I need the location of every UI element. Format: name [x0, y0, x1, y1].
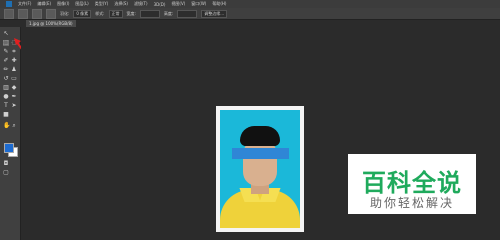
add-selection-icon[interactable] — [32, 8, 42, 19]
menu-item-filter[interactable]: 滤镜(T) — [134, 1, 148, 7]
menu-item-edit[interactable]: 编辑(E) — [37, 1, 51, 7]
menu-item-select[interactable]: 选择(S) — [114, 1, 128, 7]
photo-background — [220, 110, 300, 228]
brush-tool-icon[interactable]: ✏ — [3, 67, 9, 73]
dodge-tool-icon[interactable]: ● — [3, 94, 9, 100]
document-tab-bar: 1.jpg @ 100%(RGB/8) — [0, 20, 500, 27]
feather-input[interactable]: 0 像素 — [73, 9, 92, 18]
photoshop-logo-icon — [6, 1, 12, 7]
move-tool-icon[interactable]: ↖ — [3, 31, 9, 37]
photo-hair — [240, 126, 280, 146]
menu-item-layer[interactable]: 图层(L) — [75, 1, 88, 7]
menu-item-window[interactable]: 窗口(W) — [191, 1, 206, 7]
menu-item-help[interactable]: 帮助(H) — [212, 1, 226, 7]
shape-tool-icon[interactable]: ■ — [3, 112, 9, 118]
photo-face — [243, 140, 277, 186]
width-label: 宽度: — [126, 10, 136, 16]
menu-item-3d[interactable]: 3D(D) — [154, 2, 166, 7]
height-label: 高度: — [163, 10, 174, 16]
options-bar: 羽化: 0 像素 样式: 正常 宽度: 高度: 调整边缘... — [0, 8, 500, 20]
rect-marquee-tool-icon[interactable]: ⬚ — [3, 40, 9, 46]
refine-edge-button[interactable]: 调整边缘... — [201, 9, 228, 18]
document-tab[interactable]: 1.jpg @ 100%(RGB/8) — [26, 20, 76, 27]
text-tool-icon[interactable]: T — [3, 103, 9, 109]
eyedropper-tool-icon[interactable]: ✐ — [3, 58, 9, 64]
quick-select-tool-icon[interactable]: ✎ — [3, 49, 9, 55]
path-select-tool-icon[interactable]: ➤ — [11, 103, 17, 109]
blur-tool-icon[interactable]: ◆ — [11, 85, 17, 91]
history-brush-tool-icon[interactable]: ↺ — [3, 76, 9, 82]
menu-item-file[interactable]: 文件(F) — [18, 1, 31, 7]
watermark-title: 百科全说 — [362, 169, 462, 197]
photo-shirt — [220, 190, 300, 228]
subtract-selection-icon[interactable] — [46, 8, 56, 19]
new-selection-icon[interactable] — [18, 8, 28, 19]
foreground-color-swatch[interactable] — [4, 143, 14, 153]
quick-mask-icon[interactable]: ◘ — [3, 161, 9, 167]
menu-item-image[interactable]: 图像(I) — [57, 1, 69, 7]
pen-tool-icon[interactable]: ✒ — [11, 94, 17, 100]
style-select[interactable]: 正常 — [108, 9, 123, 18]
width-input[interactable] — [139, 9, 160, 18]
marquee-tool-preset-icon[interactable] — [4, 8, 14, 19]
hand-tool-icon[interactable]: ✋ — [3, 123, 10, 129]
menu-bar: 文件(F) 编辑(E) 图像(I) 图层(L) 类型(Y) 选择(S) 滤镜(T… — [0, 0, 500, 8]
eraser-tool-icon[interactable]: ▭ — [11, 76, 17, 82]
zoom-tool-icon[interactable]: ⌕ — [11, 123, 17, 129]
eye-privacy-bar — [232, 148, 289, 159]
gradient-tool-icon[interactable]: ▥ — [3, 85, 9, 91]
watermark-subtitle: 助你轻松解决 — [369, 196, 454, 210]
watermark-box: 百科全说 助你轻松解决 — [348, 154, 476, 214]
style-label: 样式: — [95, 10, 105, 16]
menu-item-type[interactable]: 类型(Y) — [95, 1, 109, 7]
height-input[interactable] — [177, 9, 198, 18]
id-photo-image — [216, 106, 304, 232]
screen-mode-icon[interactable]: ▢ — [3, 170, 9, 176]
feather-label: 羽化: — [60, 10, 70, 16]
menu-item-view[interactable]: 视图(V) — [171, 1, 185, 7]
